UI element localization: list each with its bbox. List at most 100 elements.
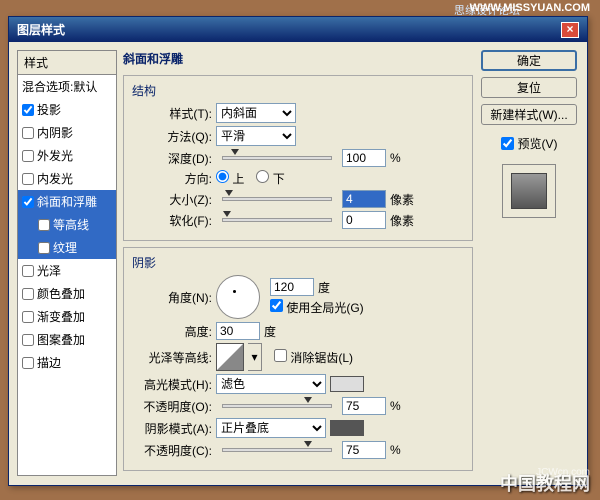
size-slider[interactable] xyxy=(222,197,332,201)
sidebar-item-drop-shadow[interactable]: 投影 xyxy=(18,98,116,121)
check-drop-shadow[interactable] xyxy=(22,104,34,116)
method-label: 方法(Q): xyxy=(132,128,212,145)
highlight-mode-select[interactable]: 滤色 xyxy=(216,374,326,394)
size-label: 大小(Z): xyxy=(132,191,212,208)
radio-up[interactable] xyxy=(216,170,229,183)
sidebar-item-bevel[interactable]: 斜面和浮雕 xyxy=(18,190,116,213)
altitude-input[interactable] xyxy=(216,322,260,340)
check-global-light[interactable] xyxy=(270,299,283,312)
cancel-button[interactable]: 复位 xyxy=(481,77,577,98)
method-select[interactable]: 平滑 xyxy=(216,126,296,146)
section-title: 斜面和浮雕 xyxy=(123,50,473,67)
new-style-button[interactable]: 新建样式(W)... xyxy=(481,104,577,125)
check-gradient-overlay[interactable] xyxy=(22,311,34,323)
direction-down[interactable]: 下 xyxy=(256,170,284,187)
sidebar-item-label: 光泽 xyxy=(37,262,61,279)
global-light[interactable]: 使用全局光(G) xyxy=(270,299,364,316)
gloss-contour-picker[interactable] xyxy=(216,343,244,371)
depth-slider[interactable] xyxy=(222,156,332,160)
sidebar-item-stroke[interactable]: 描边 xyxy=(18,351,116,374)
styles-sidebar: 样式 混合选项:默认 投影 内阴影 外发光 内发光 斜面和浮雕 等高线 纹理 光… xyxy=(17,50,117,476)
highlight-color-swatch[interactable] xyxy=(330,376,364,392)
sidebar-item-label: 纹理 xyxy=(53,239,77,256)
sidebar-item-label: 渐变叠加 xyxy=(37,308,85,325)
check-pattern-overlay[interactable] xyxy=(22,334,34,346)
depth-unit: % xyxy=(390,151,420,165)
structure-fieldset: 结构 样式(T): 内斜面 方法(Q): 平滑 深度(D): % 方向: xyxy=(123,75,473,241)
sidebar-item-label: 图案叠加 xyxy=(37,331,85,348)
radio-down[interactable] xyxy=(256,170,269,183)
check-bevel[interactable] xyxy=(22,196,34,208)
highlight-mode-label: 高光模式(H): xyxy=(132,376,212,393)
titlebar[interactable]: 图层样式 × xyxy=(9,17,587,42)
direction-up[interactable]: 上 xyxy=(216,170,244,187)
main-panel: 斜面和浮雕 结构 样式(T): 内斜面 方法(Q): 平滑 深度(D): % xyxy=(123,50,473,476)
check-color-overlay[interactable] xyxy=(22,288,34,300)
opacity2-slider[interactable] xyxy=(222,448,332,452)
size-unit: 像素 xyxy=(390,191,420,208)
opacity1-label: 不透明度(O): xyxy=(132,398,212,415)
check-inner-shadow[interactable] xyxy=(22,127,34,139)
right-column: 确定 复位 新建样式(W)... 预览(V) xyxy=(479,50,579,476)
check-stroke[interactable] xyxy=(22,357,34,369)
direction-label: 方向: xyxy=(132,170,212,187)
altitude-label: 高度: xyxy=(132,323,212,340)
structure-legend: 结构 xyxy=(132,82,464,99)
sidebar-item-gradient-overlay[interactable]: 渐变叠加 xyxy=(18,305,116,328)
check-antialias[interactable] xyxy=(274,349,287,362)
sidebar-blend-label: 混合选项:默认 xyxy=(22,78,97,95)
sidebar-item-contour[interactable]: 等高线 xyxy=(18,213,116,236)
dialog-title: 图层样式 xyxy=(17,21,65,38)
sidebar-item-label: 投影 xyxy=(37,101,61,118)
gloss-label: 光泽等高线: xyxy=(132,349,212,366)
shadow-mode-label: 阴影模式(A): xyxy=(132,420,212,437)
depth-label: 深度(D): xyxy=(132,150,212,167)
sidebar-item-texture[interactable]: 纹理 xyxy=(18,236,116,259)
opacity1-slider[interactable] xyxy=(222,404,332,408)
close-icon[interactable]: × xyxy=(561,22,579,38)
angle-input[interactable] xyxy=(270,278,314,296)
opacity1-input[interactable] xyxy=(342,397,386,415)
soften-slider[interactable] xyxy=(222,218,332,222)
shadow-color-swatch[interactable] xyxy=(330,420,364,436)
gloss-dropdown-icon[interactable]: ▾ xyxy=(248,343,262,371)
sidebar-item-color-overlay[interactable]: 颜色叠加 xyxy=(18,282,116,305)
sidebar-item-outer-glow[interactable]: 外发光 xyxy=(18,144,116,167)
sidebar-blend-options[interactable]: 混合选项:默认 xyxy=(18,75,116,98)
check-satin[interactable] xyxy=(22,265,34,277)
sidebar-item-label: 内发光 xyxy=(37,170,73,187)
depth-input[interactable] xyxy=(342,149,386,167)
soften-input[interactable] xyxy=(342,211,386,229)
opacity2-unit: % xyxy=(390,443,420,457)
shadow-mode-select[interactable]: 正片叠底 xyxy=(216,418,326,438)
sidebar-item-label: 斜面和浮雕 xyxy=(37,193,97,210)
check-texture[interactable] xyxy=(38,242,50,254)
sidebar-item-label: 描边 xyxy=(37,354,61,371)
style-select[interactable]: 内斜面 xyxy=(216,103,296,123)
layer-style-dialog: 图层样式 × 样式 混合选项:默认 投影 内阴影 外发光 内发光 斜面和浮雕 等… xyxy=(8,16,588,486)
check-contour[interactable] xyxy=(38,219,50,231)
preview-box xyxy=(502,164,556,218)
ok-button[interactable]: 确定 xyxy=(481,50,577,71)
check-outer-glow[interactable] xyxy=(22,150,34,162)
sidebar-item-inner-shadow[interactable]: 内阴影 xyxy=(18,121,116,144)
sidebar-item-label: 等高线 xyxy=(53,216,89,233)
angle-unit: 度 xyxy=(318,279,348,296)
sidebar-item-pattern-overlay[interactable]: 图案叠加 xyxy=(18,328,116,351)
sidebar-header: 样式 xyxy=(18,51,116,75)
shading-fieldset: 阴影 角度(N): 度 使用全局光(G) 高度: 度 xyxy=(123,247,473,471)
preview-swatch xyxy=(511,173,547,209)
sidebar-item-inner-glow[interactable]: 内发光 xyxy=(18,167,116,190)
antialias[interactable]: 消除锯齿(L) xyxy=(274,349,353,366)
header-url: WWW.MISSYUAN.COM xyxy=(470,2,590,14)
angle-picker[interactable] xyxy=(216,275,260,319)
sidebar-item-satin[interactable]: 光泽 xyxy=(18,259,116,282)
soften-unit: 像素 xyxy=(390,212,420,229)
angle-label: 角度(N): xyxy=(132,289,212,306)
sidebar-item-label: 颜色叠加 xyxy=(37,285,85,302)
check-inner-glow[interactable] xyxy=(22,173,34,185)
size-input[interactable] xyxy=(342,190,386,208)
watermark-small: JCWcn.com xyxy=(536,467,590,478)
opacity2-input[interactable] xyxy=(342,441,386,459)
check-preview[interactable] xyxy=(501,137,514,150)
